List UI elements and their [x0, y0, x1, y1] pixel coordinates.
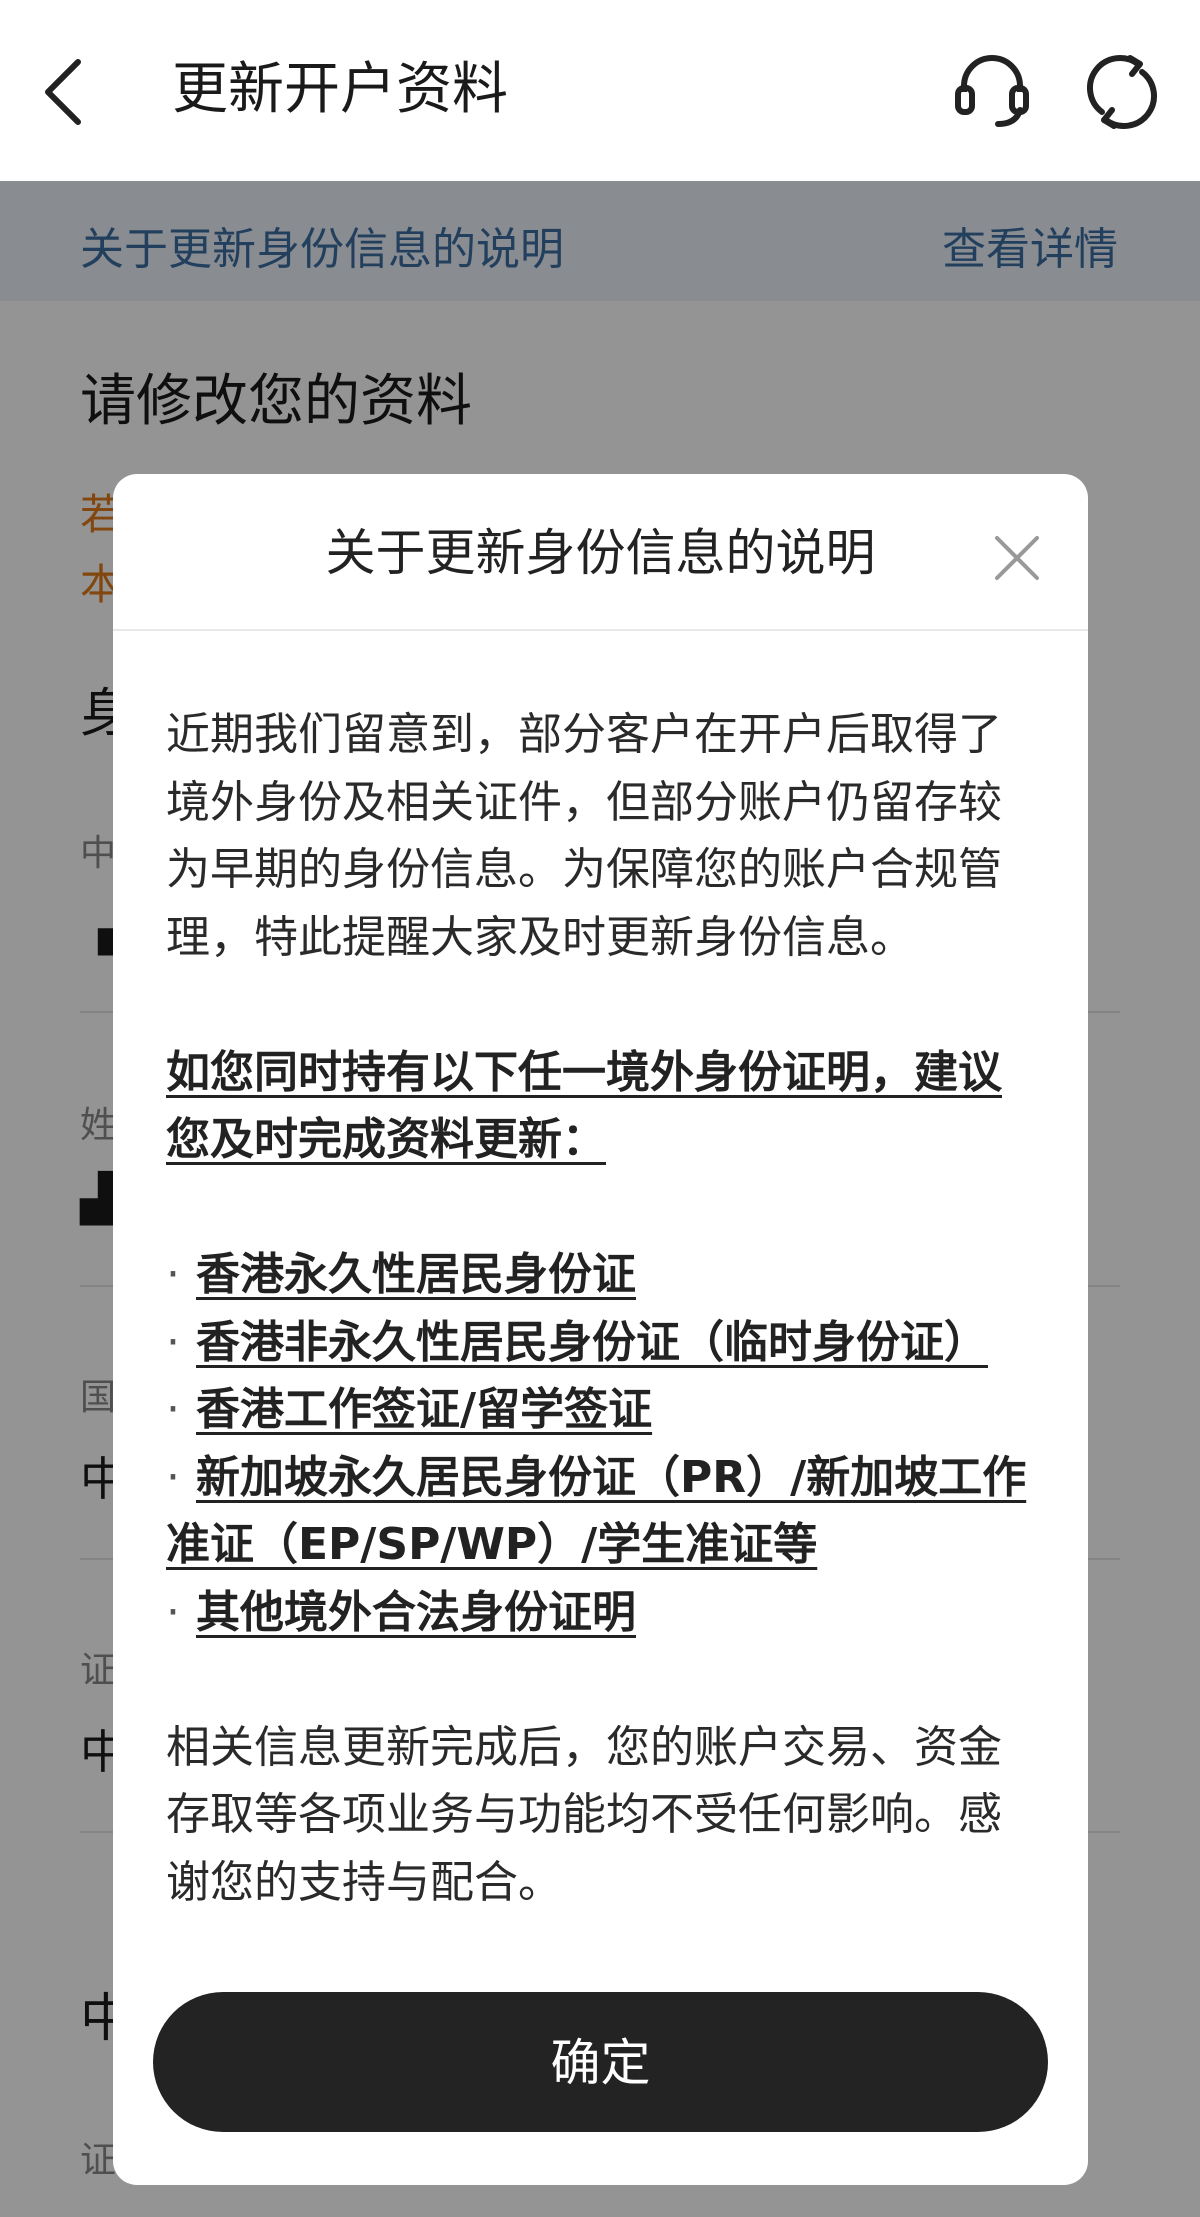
dialog-paragraph: 近期我们留意到，部分客户在开户后取得了境外身份及相关证件，但部分账户仍留存较为早… — [166, 709, 1002, 963]
confirm-button[interactable]: 确定 — [153, 1992, 1048, 2132]
close-button[interactable] — [989, 530, 1045, 586]
list-item: · 香港工作签证/留学签证 — [166, 1384, 653, 1435]
list-item: · 香港永久性居民身份证 — [166, 1249, 636, 1300]
dialog-paragraph: 相关信息更新完成后，您的账户交易、资金存取等各项业务与功能均不受任何影响。感谢您… — [166, 1721, 1002, 1908]
page-title: 更新开户资料 — [172, 57, 508, 122]
identity-update-dialog: 关于更新身份信息的说明 近期我们留意到，部分客户在开户后取得了境外身份及相关证件… — [113, 474, 1088, 2185]
refresh-icon — [1087, 55, 1157, 129]
customer-service-button[interactable] — [950, 48, 1034, 132]
list-item-text: 其他境外合法身份证明 — [196, 1586, 636, 1638]
list-item-text: 香港工作签证/留学签证 — [196, 1384, 653, 1435]
dialog-title: 关于更新身份信息的说明 — [325, 524, 876, 582]
chevron-left-icon — [45, 59, 81, 125]
list-item: · 新加坡永久居民身份证（PR）/新加坡工作准证（EP/SP/WP）/学生准证等 — [166, 1451, 1027, 1571]
top-nav-bar: 更新开户资料 — [0, 0, 1200, 181]
list-item-text: 新加坡永久居民身份证（PR）/新加坡工作准证（EP/SP/WP）/学生准证等 — [166, 1451, 1027, 1571]
list-item: · 香港非永久性居民身份证（临时身份证） — [166, 1316, 988, 1368]
dialog-body: 近期我们留意到，部分客户在开户后取得了境外身份及相关证件，但部分账户仍留存较为早… — [166, 701, 1036, 1916]
headset-icon — [955, 55, 1029, 127]
dialog-header: 关于更新身份信息的说明 — [113, 474, 1088, 631]
close-icon — [995, 536, 1039, 580]
list-item-text: 香港永久性居民身份证 — [196, 1249, 636, 1300]
refresh-button[interactable] — [1080, 50, 1164, 134]
dialog-emphasis-paragraph: 如您同时持有以下任一境外身份证明，建议您及时完成资料更新： — [166, 1046, 1002, 1166]
back-button[interactable] — [36, 52, 96, 132]
list-item-text: 香港非永久性居民身份证（临时身份证） — [196, 1316, 988, 1368]
list-item: · 其他境外合法身份证明 — [166, 1586, 636, 1638]
